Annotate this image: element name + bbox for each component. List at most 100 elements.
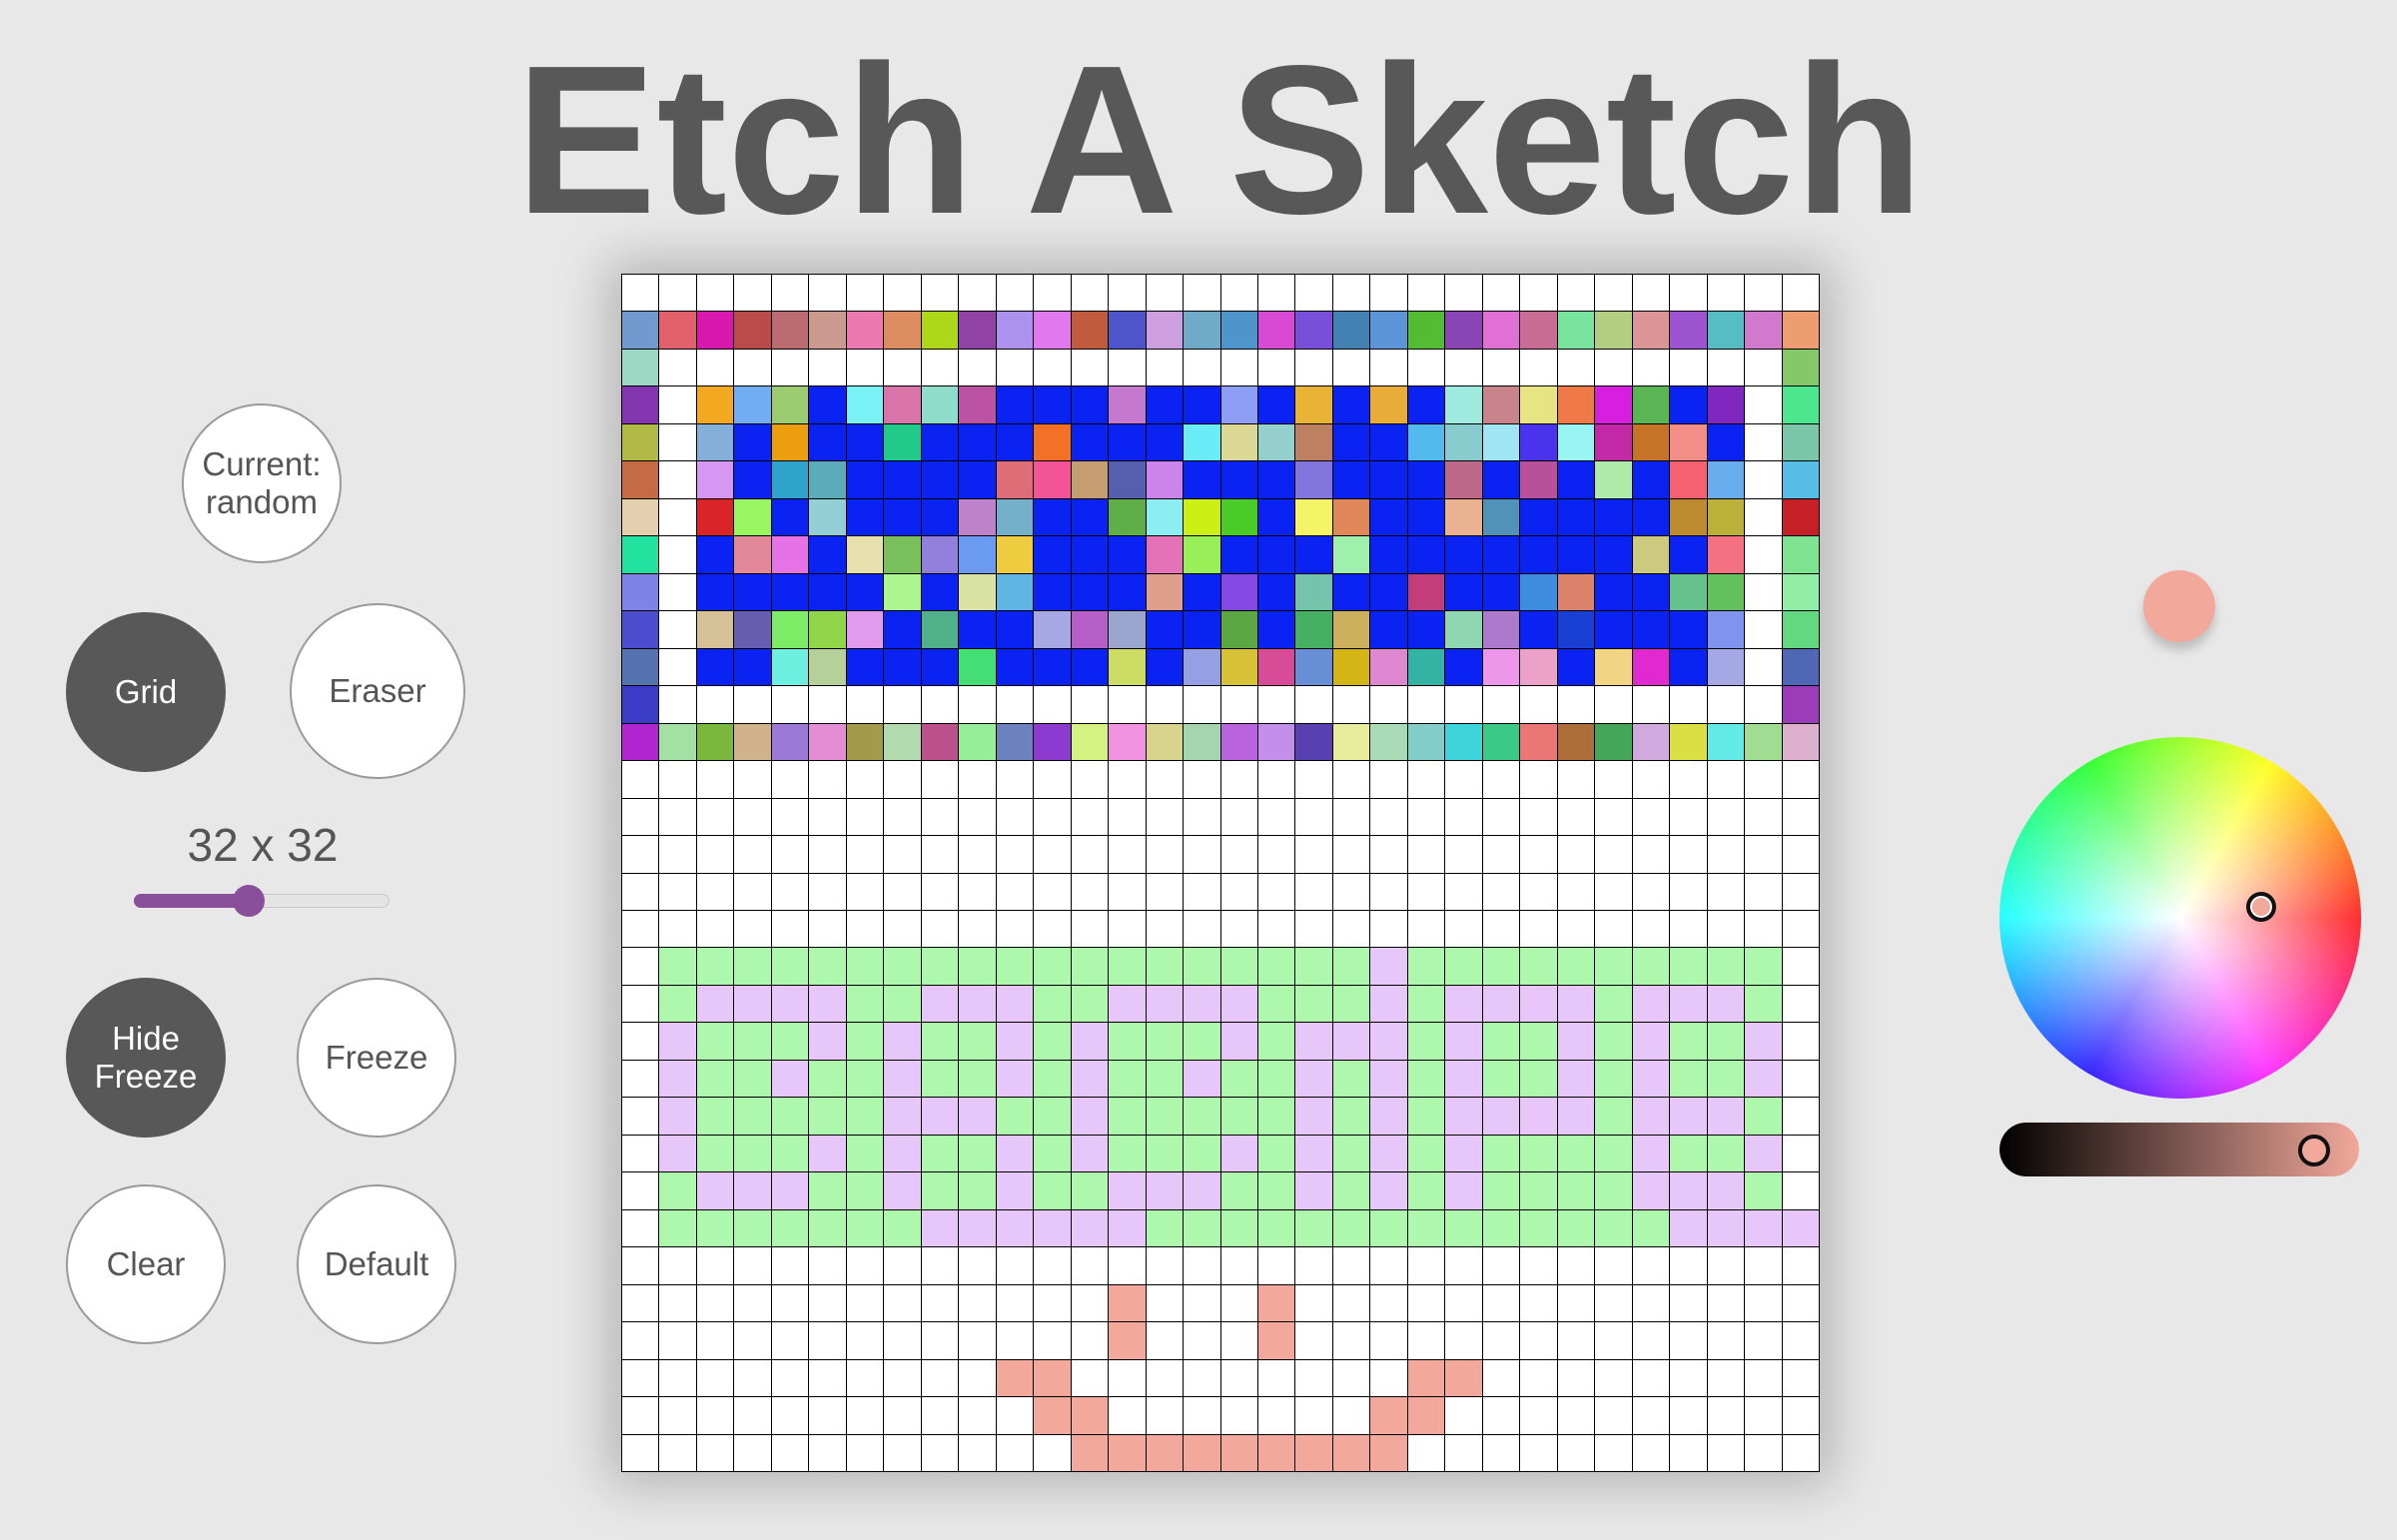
grid-cell[interactable] <box>1257 1098 1296 1136</box>
grid-cell[interactable] <box>1034 910 1072 949</box>
grid-cell[interactable] <box>996 386 1035 424</box>
grid-cell[interactable] <box>1595 723 1633 762</box>
grid-cell[interactable] <box>659 461 697 499</box>
grid-cell[interactable] <box>809 873 847 911</box>
grid-cell[interactable] <box>1034 1247 1072 1285</box>
grid-cell[interactable] <box>1184 1135 1221 1173</box>
grid-cell[interactable] <box>1220 686 1258 724</box>
grid-cell[interactable] <box>1071 1397 1110 1435</box>
grid-cell[interactable] <box>1332 1247 1371 1285</box>
grid-cell[interactable] <box>1295 536 1333 574</box>
grid-cell[interactable] <box>622 686 660 724</box>
grid-cell[interactable] <box>1520 1209 1558 1248</box>
grid-cell[interactable] <box>1782 1135 1820 1173</box>
grid-cell[interactable] <box>1332 461 1371 499</box>
grid-cell[interactable] <box>809 573 847 612</box>
grid-cell[interactable] <box>1071 573 1110 612</box>
grid-cell[interactable] <box>1782 910 1820 949</box>
grid-cell[interactable] <box>771 498 810 537</box>
grid-cell[interactable] <box>959 349 997 387</box>
grid-cell[interactable] <box>1370 423 1408 462</box>
grid-cell[interactable] <box>696 761 735 799</box>
grid-cell[interactable] <box>884 349 922 387</box>
grid-cell[interactable] <box>1782 836 1820 874</box>
grid-cell[interactable] <box>1595 798 1633 837</box>
grid-cell[interactable] <box>659 275 697 313</box>
grid-cell[interactable] <box>1445 536 1483 574</box>
grid-cell[interactable] <box>1184 648 1221 687</box>
grid-cell[interactable] <box>734 948 772 986</box>
grid-cell[interactable] <box>996 536 1035 574</box>
grid-cell[interactable] <box>1109 1284 1147 1323</box>
grid-cell[interactable] <box>1745 536 1783 574</box>
grid-cell[interactable] <box>1295 873 1333 911</box>
grid-cell[interactable] <box>1071 648 1110 687</box>
grid-cell[interactable] <box>1407 873 1446 911</box>
grid-cell[interactable] <box>1482 611 1521 649</box>
grid-cell[interactable] <box>734 1247 772 1285</box>
grid-cell[interactable] <box>1146 498 1185 537</box>
grid-cell[interactable] <box>959 1397 997 1435</box>
grid-cell[interactable] <box>1520 985 1558 1024</box>
grid-cell[interactable] <box>734 312 772 350</box>
grid-cell[interactable] <box>696 1172 735 1210</box>
grid-cell[interactable] <box>1071 985 1110 1024</box>
grid-cell[interactable] <box>1670 312 1708 350</box>
grid-cell[interactable] <box>734 723 772 762</box>
grid-cell[interactable] <box>659 1397 697 1435</box>
grid-cell[interactable] <box>1745 686 1783 724</box>
grid-cell[interactable] <box>1220 611 1258 649</box>
grid-cell[interactable] <box>1257 648 1296 687</box>
grid-cell[interactable] <box>1557 1397 1596 1435</box>
grid-cell[interactable] <box>1184 1359 1221 1398</box>
grid-cell[interactable] <box>1632 648 1671 687</box>
grid-cell[interactable] <box>809 1060 847 1099</box>
grid-cell[interactable] <box>1557 723 1596 762</box>
grid-cell[interactable] <box>1670 1060 1708 1099</box>
grid-cell[interactable] <box>1332 1359 1371 1398</box>
grid-cell[interactable] <box>846 1397 885 1435</box>
grid-cell[interactable] <box>1370 761 1408 799</box>
grid-cell[interactable] <box>1632 498 1671 537</box>
grid-cell[interactable] <box>1707 798 1746 837</box>
grid-cell[interactable] <box>996 1284 1035 1323</box>
grid-cell[interactable] <box>1557 1172 1596 1210</box>
grid-cell[interactable] <box>1407 1098 1446 1136</box>
grid-cell[interactable] <box>809 498 847 537</box>
grid-cell[interactable] <box>1257 498 1296 537</box>
grid-cell[interactable] <box>1184 312 1221 350</box>
grid-cell[interactable] <box>846 1135 885 1173</box>
grid-cell[interactable] <box>734 349 772 387</box>
grid-cell[interactable] <box>1184 275 1221 313</box>
grid-cell[interactable] <box>696 910 735 949</box>
grid-cell[interactable] <box>1184 349 1221 387</box>
grid-cell[interactable] <box>884 1397 922 1435</box>
grid-cell[interactable] <box>1146 836 1185 874</box>
grid-cell[interactable] <box>1782 312 1820 350</box>
grid-cell[interactable] <box>1146 1434 1185 1472</box>
grid-cell[interactable] <box>622 798 660 837</box>
grid-cell[interactable] <box>1370 386 1408 424</box>
grid-cell[interactable] <box>996 461 1035 499</box>
grid-cell[interactable] <box>659 798 697 837</box>
grid-cell[interactable] <box>1184 573 1221 612</box>
grid-cell[interactable] <box>1146 723 1185 762</box>
grid-cell[interactable] <box>1109 349 1147 387</box>
grid-cell[interactable] <box>1482 1322 1521 1360</box>
grid-cell[interactable] <box>1670 1322 1708 1360</box>
grid-cell[interactable] <box>846 1434 885 1472</box>
grid-cell[interactable] <box>1220 836 1258 874</box>
grid-cell[interactable] <box>1407 1397 1446 1435</box>
grid-cell[interactable] <box>1782 798 1820 837</box>
grid-cell[interactable] <box>1407 461 1446 499</box>
grid-cell[interactable] <box>1071 1209 1110 1248</box>
grid-cell[interactable] <box>734 1209 772 1248</box>
grid-cell[interactable] <box>1670 1023 1708 1061</box>
grid-cell[interactable] <box>1632 1098 1671 1136</box>
grid-cell[interactable] <box>1146 873 1185 911</box>
grid-cell[interactable] <box>1109 1098 1147 1136</box>
grid-cell[interactable] <box>1109 1209 1147 1248</box>
grid-cell[interactable] <box>1707 611 1746 649</box>
grid-cell[interactable] <box>846 1209 885 1248</box>
grid-cell[interactable] <box>1295 1322 1333 1360</box>
